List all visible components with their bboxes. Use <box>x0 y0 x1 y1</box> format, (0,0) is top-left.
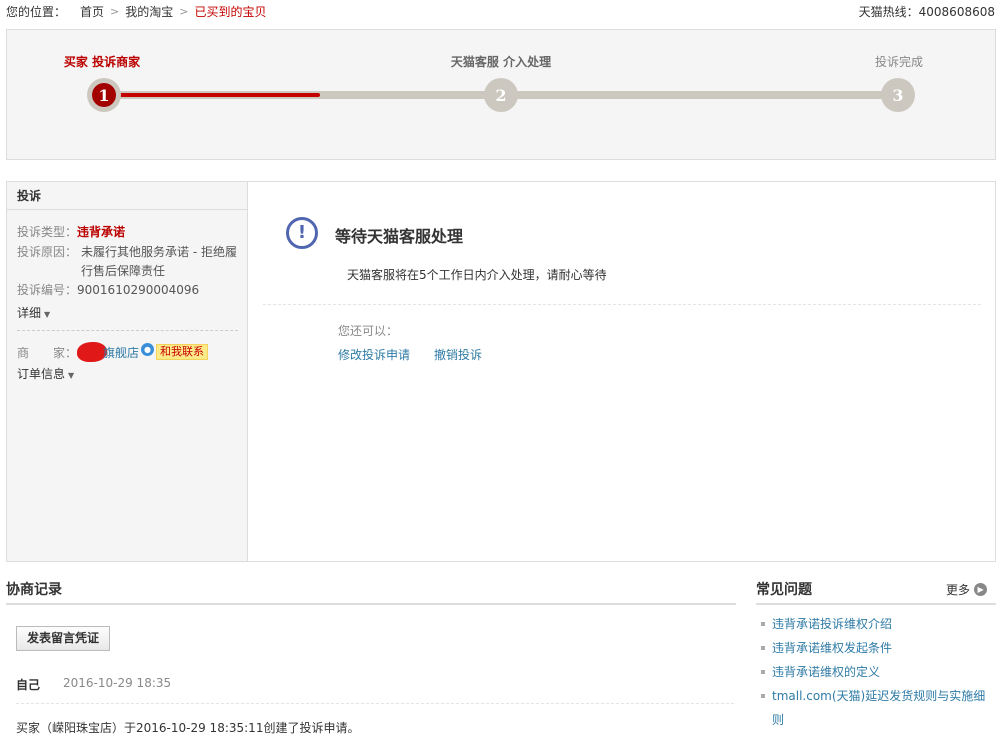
complaint-panel: 投诉 投诉类型：违背承诺 投诉原因： 未履行其他服务承诺 - 拒绝履行售后保障责… <box>6 181 996 562</box>
order-info-label: 订单信息 <box>17 367 66 381</box>
faq-item-link[interactable]: tmall.com(天猫)延迟发货规则与实施细则 <box>760 684 996 732</box>
complaint-reason-label-row: 投诉原因： <box>17 243 77 260</box>
faq-item-link[interactable]: 违背承诺维权的定义 <box>760 660 996 684</box>
step-3-number: 3 <box>892 85 904 105</box>
complaint-reason-value: 未履行其他服务承诺 - 拒绝履行售后保障责任 <box>81 245 237 278</box>
record-time: 2016-10-29 18:35 <box>63 676 172 690</box>
step-1-circle: 1 <box>87 78 121 112</box>
record-divider <box>16 703 734 704</box>
step-2-circle: 2 <box>484 78 518 112</box>
status-content: ! 等待天猫客服处理 天猫客服将在5个工作日内介入处理，请耐心等待 您还可以： … <box>249 182 995 561</box>
contact-merchant-button[interactable]: 和我联系 <box>156 344 209 360</box>
complaint-type-label: 投诉类型： <box>17 225 78 239</box>
can-do-label: 您还可以： <box>338 324 399 338</box>
order-info-toggle[interactable]: 订单信息 ▼ <box>17 365 74 382</box>
breadcrumb-home-link[interactable]: 首页 <box>80 3 104 20</box>
faq-title-underline <box>756 603 996 605</box>
chevron-down-icon: ▼ <box>44 310 51 319</box>
breadcrumb-separator: > <box>110 5 120 18</box>
progress-fill <box>105 93 320 97</box>
faq-more-label: 更多 <box>946 583 971 597</box>
breadcrumb-current-link[interactable]: 已买到的宝贝 <box>194 3 266 20</box>
faq-more-link[interactable]: 更多 ▶ <box>946 581 988 598</box>
chevron-right-circle-icon: ▶ <box>974 583 988 596</box>
exclamation-circle-icon: ! <box>286 217 318 249</box>
complaint-id-value: 9001610290004096 <box>77 283 200 297</box>
complaint-type-row: 投诉类型：违背承诺 <box>17 223 125 240</box>
details-toggle[interactable]: 详细 ▼ <box>17 304 50 321</box>
breadcrumb: 您的位置： 首页 > 我的淘宝 > 已买到的宝贝 <box>6 3 267 20</box>
record-author: 自己 <box>16 678 41 692</box>
step-2-label: 天猫客服 介入处理 <box>450 55 552 69</box>
step-3-label: 投诉完成 <box>874 55 924 69</box>
step-1-label: 买家 投诉商家 <box>63 55 141 69</box>
modify-complaint-link[interactable]: 修改投诉申请 <box>338 346 410 363</box>
record-text: 买家（嵘阳珠宝店）于2016-10-29 18:35:11创建了投诉申请。 <box>16 721 360 735</box>
top-bar: 您的位置： 首页 > 我的淘宝 > 已买到的宝贝 天猫热线：4008608608 <box>0 0 1005 22</box>
wangwang-chat-icon[interactable]: ● <box>141 342 155 356</box>
breadcrumb-label: 您的位置： <box>6 5 67 19</box>
step-3-circle: 3 <box>881 78 915 112</box>
hotline: 天猫热线：4008608608 <box>858 5 995 19</box>
progress-steps: 买家 投诉商家 天猫客服 介入处理 投诉完成 1 2 3 <box>6 29 996 160</box>
details-toggle-label: 详细 <box>17 306 42 320</box>
merchant-row: 商 家： 旗舰店 ● 和我联系 <box>17 342 209 362</box>
cancel-complaint-link[interactable]: 撤销投诉 <box>434 346 482 363</box>
complaint-header: 投诉 <box>7 182 247 210</box>
complaint-id-row: 投诉编号：9001610290004096 <box>17 281 199 298</box>
records-title: 协商记录 <box>6 582 62 598</box>
step-1-number: 1 <box>98 85 110 105</box>
faq-item-link[interactable]: 违背承诺维权发起条件 <box>760 636 996 660</box>
step-2-number: 2 <box>495 85 507 105</box>
faq-item-link[interactable]: 违背承诺投诉维权介绍 <box>760 612 996 636</box>
merchant-name-link[interactable]: 旗舰店 <box>103 344 139 361</box>
status-title: 等待天猫客服处理 <box>335 227 464 246</box>
faq-title: 常见问题 <box>756 582 812 598</box>
post-evidence-button[interactable]: 发表留言凭证 <box>16 626 111 651</box>
sidebar-divider <box>17 330 238 331</box>
content-divider <box>263 304 981 305</box>
breadcrumb-my-taobao-link[interactable]: 我的淘宝 <box>125 3 173 20</box>
chevron-down-icon: ▼ <box>68 371 75 380</box>
faq-list: 违背承诺投诉维权介绍 违背承诺维权发起条件 违背承诺维权的定义 tmall.co… <box>760 612 996 732</box>
records-title-underline <box>6 603 736 605</box>
breadcrumb-separator: > <box>179 5 189 18</box>
complaint-type-value: 违背承诺 <box>77 225 126 239</box>
merchant-label: 商 家： <box>17 345 78 360</box>
complaint-reason-label: 投诉原因： <box>17 245 78 259</box>
complaint-id-label: 投诉编号： <box>17 283 78 297</box>
complaint-sidebar: 投诉 投诉类型：违背承诺 投诉原因： 未履行其他服务承诺 - 拒绝履行售后保障责… <box>7 182 248 561</box>
status-subtitle: 天猫客服将在5个工作日内介入处理，请耐心等待 <box>347 268 607 282</box>
